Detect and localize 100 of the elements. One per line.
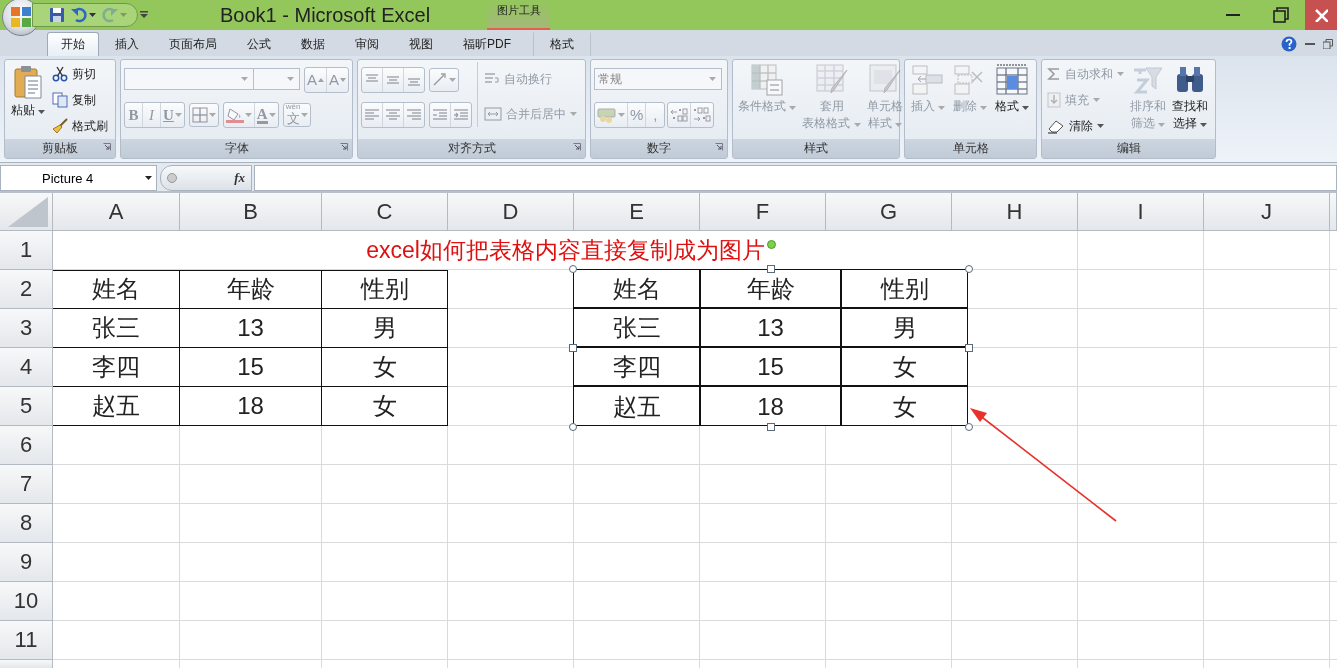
resize-handle[interactable] — [569, 423, 577, 431]
copy-button[interactable]: 复制 — [50, 89, 98, 111]
caret-icon — [853, 123, 861, 127]
paste-button[interactable]: 粘贴 — [8, 62, 48, 138]
minimize-icon — [1226, 14, 1240, 16]
row-header[interactable]: 6 — [0, 426, 53, 465]
ribbon-tab[interactable]: 数据 — [287, 32, 339, 56]
group-title: 单元格 — [952, 140, 989, 157]
dialog-launcher-button[interactable] — [714, 142, 724, 152]
launcher-icon — [715, 143, 723, 151]
eraser-button[interactable]: 清除 — [1045, 115, 1106, 137]
copy-icon — [52, 92, 68, 108]
caret-icon — [120, 13, 127, 17]
binoculars-button[interactable]: 查找和 选择 — [1170, 62, 1210, 138]
resize-handle[interactable] — [569, 265, 577, 273]
row-header[interactable]: 9 — [0, 543, 53, 582]
column-header[interactable]: J — [1204, 193, 1330, 231]
close-button[interactable] — [1305, 0, 1337, 30]
column-header[interactable]: C — [322, 193, 448, 231]
resize-handle[interactable] — [965, 423, 973, 431]
scissors-button[interactable]: 剪切 — [50, 63, 98, 85]
table-cell: 18 — [180, 387, 322, 426]
column-header[interactable]: H — [952, 193, 1078, 231]
dialog-launcher-button[interactable] — [572, 142, 582, 152]
caret-icon — [89, 13, 96, 17]
row-header[interactable]: 4 — [0, 348, 53, 387]
ribbon-tab[interactable]: 福昕PDF — [449, 32, 525, 56]
table-cell: 性别 — [322, 270, 448, 309]
resize-handle[interactable] — [767, 265, 775, 273]
column-header[interactable] — [1330, 193, 1337, 231]
insert-function-button[interactable]: fx — [234, 170, 245, 186]
row-header[interactable]: 3 — [0, 309, 53, 348]
sort-filter-icon — [1132, 64, 1164, 96]
dialog-launcher-button[interactable] — [339, 142, 349, 152]
format-cells-button[interactable]: 格式 — [992, 62, 1032, 138]
group-title: 对齐方式 — [447, 140, 496, 157]
dialog-launcher-button[interactable] — [102, 142, 112, 152]
launcher-icon — [340, 143, 348, 151]
group-title: 字体 — [224, 140, 249, 157]
caret-icon — [145, 176, 152, 180]
sum-icon — [1047, 67, 1061, 81]
caret-icon — [38, 110, 46, 114]
table-cell: 男 — [322, 309, 448, 348]
resize-handle[interactable] — [965, 344, 973, 352]
column-header[interactable]: B — [180, 193, 322, 231]
caret-icon — [1022, 106, 1030, 110]
increase-decimal-icon — [670, 107, 689, 123]
row-header[interactable]: 7 — [0, 465, 53, 504]
column-header[interactable]: E — [574, 193, 700, 231]
expand-handle[interactable] — [167, 173, 177, 183]
picture-cell: 15 — [701, 348, 842, 387]
caret-icon — [1097, 124, 1104, 128]
table-style-icon — [815, 64, 848, 96]
ribbon-tab[interactable]: 页面布局 — [155, 32, 231, 56]
ribbon-tab[interactable]: 审阅 — [341, 32, 393, 56]
caret-icon — [618, 113, 625, 117]
ribbon-tab[interactable]: 开始 — [47, 32, 99, 56]
table-cell: 13 — [180, 309, 322, 348]
row-header[interactable]: 1 — [0, 231, 53, 270]
formula-input[interactable] — [254, 165, 1337, 191]
table-cell: 李四 — [53, 348, 180, 387]
row-header[interactable]: 10 — [0, 582, 53, 621]
brush-icon — [52, 118, 68, 134]
align-right-icon — [406, 108, 422, 122]
table-cell: 赵五 — [53, 387, 180, 426]
picture-cell: 李四 — [574, 348, 701, 387]
caret-icon — [980, 106, 988, 110]
select-all-button[interactable] — [0, 193, 53, 231]
insert-cells-icon — [912, 64, 944, 96]
ribbon-tab[interactable]: 公式 — [233, 32, 285, 56]
customize-caret-icon — [140, 11, 148, 19]
column-header[interactable]: D — [448, 193, 574, 231]
row-header[interactable]: 11 — [0, 621, 53, 660]
column-header[interactable]: F — [700, 193, 826, 231]
name-box[interactable]: Picture 4 — [0, 165, 157, 191]
resize-handle[interactable] — [569, 344, 577, 352]
column-header[interactable]: A — [53, 193, 180, 231]
column-header[interactable]: G — [826, 193, 952, 231]
select-all-icon — [8, 197, 48, 227]
close-icon — [1314, 8, 1328, 22]
picture-cell: 年龄 — [701, 270, 842, 309]
resize-handle[interactable] — [965, 265, 973, 273]
undo-icon — [71, 7, 87, 23]
brush-button[interactable]: 格式刷 — [50, 115, 110, 137]
conditional-format-icon — [751, 64, 784, 96]
resize-handle[interactable] — [767, 423, 775, 431]
caret-icon — [268, 113, 276, 117]
table-cell: 张三 — [53, 309, 180, 348]
column-header[interactable]: I — [1078, 193, 1204, 231]
row-header[interactable]: 5 — [0, 387, 53, 426]
save-button[interactable] — [47, 5, 67, 25]
ribbon-tab[interactable]: 视图 — [395, 32, 447, 56]
row-header[interactable]: 2 — [0, 270, 53, 309]
save-icon — [49, 7, 65, 23]
picture-cell: 姓名 — [574, 270, 701, 309]
ribbon-tab[interactable]: 插入 — [101, 32, 153, 56]
caret-icon — [894, 123, 902, 127]
rotate-handle[interactable] — [767, 240, 776, 249]
undo-button[interactable] — [69, 5, 98, 25]
row-header[interactable]: 8 — [0, 504, 53, 543]
